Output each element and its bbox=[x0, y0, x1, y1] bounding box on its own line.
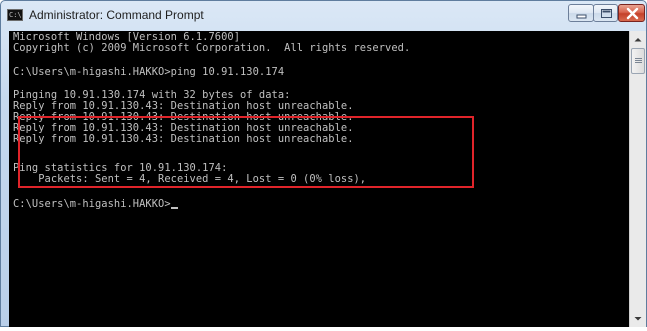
console-output[interactable]: Microsoft Windows [Version 6.1.7600] Cop… bbox=[9, 31, 629, 327]
scroll-down-button[interactable] bbox=[630, 310, 646, 327]
text-cursor bbox=[170, 207, 178, 209]
scroll-grip-line bbox=[635, 60, 642, 61]
command-prompt-window: C:\ Administrator: Command Prompt Micros… bbox=[0, 0, 647, 327]
close-button[interactable] bbox=[618, 4, 645, 22]
vertical-scrollbar[interactable] bbox=[629, 31, 646, 327]
minimize-button[interactable] bbox=[568, 4, 594, 22]
scroll-grip-line bbox=[635, 62, 642, 63]
console-prompt: C:\Users\m-higashi.HAKKO> bbox=[13, 198, 171, 210]
command-prompt-icon: C:\ bbox=[7, 9, 23, 21]
maximize-button[interactable] bbox=[593, 4, 618, 22]
minimize-icon bbox=[576, 14, 587, 19]
scroll-thumb[interactable] bbox=[631, 48, 645, 74]
scroll-up-button[interactable] bbox=[630, 31, 646, 48]
close-icon bbox=[626, 7, 639, 20]
scroll-down-arrow-icon bbox=[634, 317, 642, 321]
console-line-4: C:\Users\m-higashi.HAKKO>ping 10.91.130.… bbox=[13, 66, 285, 78]
console-prompt-line: C:\Users\m-higashi.HAKKO> bbox=[13, 199, 178, 210]
scroll-up-arrow-icon bbox=[634, 38, 642, 42]
scroll-grip-line bbox=[635, 58, 642, 59]
window-title: Administrator: Command Prompt bbox=[29, 8, 204, 22]
console-line-2: Copyright (c) 2009 Microsoft Corporation… bbox=[13, 42, 411, 54]
highlight-box bbox=[18, 116, 474, 188]
maximize-icon bbox=[601, 9, 612, 18]
title-bar[interactable]: C:\ Administrator: Command Prompt bbox=[1, 1, 646, 31]
